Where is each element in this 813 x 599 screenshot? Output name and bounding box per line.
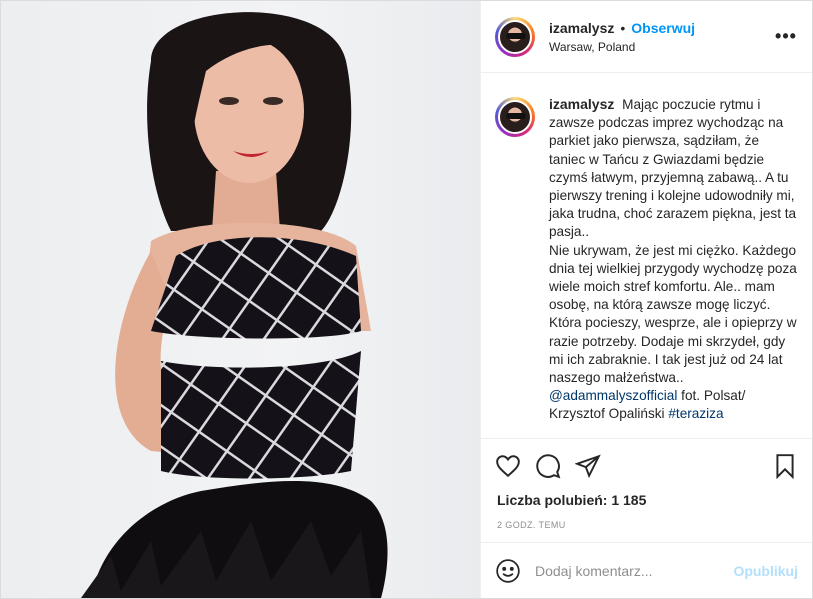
post-header: izamalysz • Obserwuj Warsaw, Poland ••• [481,1,812,73]
comment-icon[interactable] [535,453,561,479]
heart-icon[interactable] [495,453,521,479]
caption-text-2: Nie ukrywam, że jest mi ciężko. Każdego … [549,242,797,386]
likes-count[interactable]: Liczba polubień: 1 185 [481,492,812,512]
publish-button[interactable]: Opublikuj [733,563,798,579]
post-timestamp[interactable]: 2 GODZ. TEMU [481,520,812,542]
post-photo-illustration [81,12,388,598]
post-photo[interactable] [1,1,480,598]
action-bar [481,438,812,492]
bookmark-icon[interactable] [772,453,798,479]
caption-story-ring[interactable] [495,97,535,137]
header-text: izamalysz • Obserwuj Warsaw, Poland [549,20,774,54]
add-comment-bar: Opublikuj [481,542,812,598]
caption-username[interactable]: izamalysz [549,96,614,112]
instagram-post: izamalysz • Obserwuj Warsaw, Poland ••• … [0,0,813,599]
comments-area: izamalysz Mając poczucie rytmu i zawsze … [481,73,812,438]
hashtag-link[interactable]: #teraziza [668,406,723,421]
avatar [498,19,532,54]
emoji-icon[interactable] [495,558,521,584]
username-link[interactable]: izamalysz [549,20,614,36]
comment-input[interactable] [535,562,720,579]
mention-link[interactable]: @adammalyszofficial [549,388,677,403]
header-row: izamalysz • Obserwuj [549,20,774,36]
post-sidebar: izamalysz • Obserwuj Warsaw, Poland ••• … [480,1,812,598]
more-options-icon[interactable]: ••• [774,25,798,49]
caption-text: Mając poczucie rytmu i zawsze podczas im… [549,97,797,240]
post-caption: izamalysz Mając poczucie rytmu i zawsze … [549,89,798,438]
caption-avatar [498,100,532,134]
share-icon[interactable] [575,453,601,479]
story-ring[interactable] [495,16,535,57]
location-link[interactable]: Warsaw, Poland [549,40,774,54]
follow-button[interactable]: Obserwuj [631,20,695,36]
separator-dot: • [620,19,626,36]
